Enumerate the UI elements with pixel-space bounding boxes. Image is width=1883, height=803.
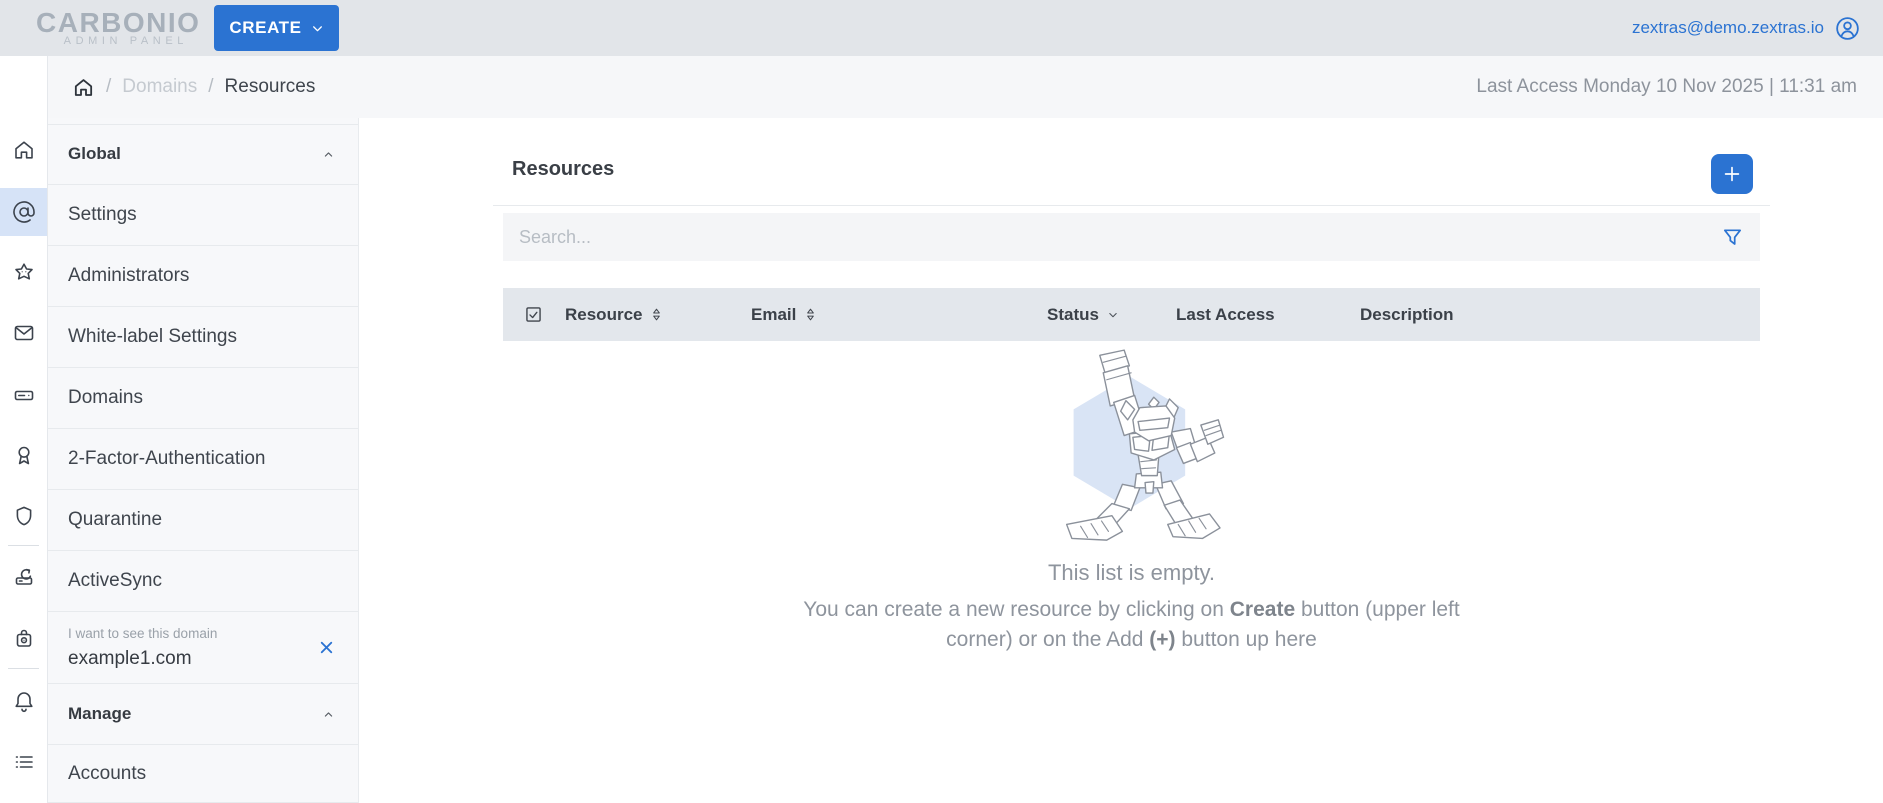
rail-home-icon[interactable] bbox=[0, 126, 47, 174]
breadcrumb-item-resources: Resources bbox=[225, 76, 316, 98]
rail-divider bbox=[8, 668, 39, 669]
sidebar-item-activesync[interactable]: ActiveSync bbox=[48, 551, 358, 612]
table-header: Resource Email Status bbox=[503, 288, 1760, 341]
sidebar-section-global[interactable]: Global bbox=[48, 124, 358, 185]
plus-icon bbox=[1721, 163, 1743, 185]
empty-state-robot-illustration bbox=[1037, 344, 1227, 553]
sidebar: Global Settings Administrators White-lab… bbox=[48, 118, 359, 803]
account-area: zextras@demo.zextras.io bbox=[1632, 15, 1861, 42]
empty-state-message: You can create a new resource by clickin… bbox=[776, 595, 1488, 656]
chevron-up-icon bbox=[321, 707, 336, 722]
divider bbox=[493, 205, 1770, 206]
carbonio-admin-panel: CARBONIO ADMIN PANEL CREATE zextras@demo… bbox=[0, 0, 1883, 803]
domain-filter-texts: I want to see this domain example1.com bbox=[68, 626, 217, 670]
sidebar-item-administrators[interactable]: Administrators bbox=[48, 246, 358, 307]
sidebar-item-quarantine[interactable]: Quarantine bbox=[48, 490, 358, 551]
rail-award-icon[interactable] bbox=[0, 431, 47, 479]
sort-double-arrow-icon bbox=[649, 306, 664, 323]
rail-divider bbox=[8, 545, 39, 546]
sidebar-item-domains[interactable]: Domains bbox=[48, 368, 358, 429]
main-content: Resources Resource bbox=[359, 118, 1883, 803]
rail-restore-drive-icon[interactable] bbox=[0, 553, 47, 601]
chevron-down-icon bbox=[1106, 308, 1120, 322]
section-label: Manage bbox=[68, 704, 131, 724]
domain-filter: I want to see this domain example1.com bbox=[48, 612, 358, 684]
breadcrumb-item-domains[interactable]: Domains bbox=[122, 76, 197, 98]
icon-rail bbox=[0, 56, 48, 803]
create-button-label: CREATE bbox=[229, 18, 301, 38]
breadcrumb-bar: / Domains / Resources Last Access Monday… bbox=[48, 56, 1883, 118]
close-icon[interactable] bbox=[317, 638, 336, 657]
rail-lock-icon[interactable] bbox=[0, 614, 47, 662]
chevron-up-icon bbox=[321, 147, 336, 162]
chevron-down-icon bbox=[311, 22, 324, 35]
sidebar-item-accounts[interactable]: Accounts bbox=[48, 745, 358, 803]
sort-double-arrow-icon bbox=[803, 306, 818, 323]
section-label: Global bbox=[68, 144, 121, 164]
carbonio-logo: CARBONIO ADMIN PANEL bbox=[36, 10, 188, 47]
sidebar-item-white-label-settings[interactable]: White-label Settings bbox=[48, 307, 358, 368]
empty-state-title: This list is empty. bbox=[493, 560, 1770, 586]
sidebar-item-2-factor-authentication[interactable]: 2-Factor-Authentication bbox=[48, 429, 358, 490]
column-header-email[interactable]: Email bbox=[751, 288, 818, 341]
rail-shield-icon[interactable] bbox=[0, 492, 47, 540]
account-email[interactable]: zextras@demo.zextras.io bbox=[1632, 18, 1824, 38]
filter-funnel-icon[interactable] bbox=[1721, 226, 1744, 249]
search-bar bbox=[503, 213, 1760, 261]
domain-filter-label: I want to see this domain bbox=[68, 626, 217, 641]
search-input[interactable] bbox=[503, 213, 1721, 261]
breadcrumb-home-icon[interactable] bbox=[72, 76, 95, 99]
account-avatar-icon[interactable] bbox=[1834, 15, 1861, 42]
column-header-status[interactable]: Status bbox=[1047, 288, 1120, 341]
add-resource-button[interactable] bbox=[1711, 154, 1753, 194]
domain-filter-value: example1.com bbox=[68, 648, 217, 670]
column-header-resource[interactable]: Resource bbox=[565, 288, 664, 341]
last-access-text: Last Access Monday 10 Nov 2025 | 11:31 a… bbox=[1476, 76, 1857, 98]
rail-bell-icon[interactable] bbox=[0, 677, 47, 725]
page-title: Resources bbox=[512, 158, 614, 181]
rail-list-icon[interactable] bbox=[0, 738, 47, 786]
create-button[interactable]: CREATE bbox=[214, 5, 339, 51]
column-header-description: Description bbox=[1360, 288, 1454, 341]
sidebar-section-manage[interactable]: Manage bbox=[48, 684, 358, 745]
rail-star-badge-icon[interactable] bbox=[0, 249, 47, 297]
rail-at-sign-icon[interactable] bbox=[0, 188, 47, 236]
logo-title: CARBONIO bbox=[36, 10, 188, 36]
breadcrumb-separator: / bbox=[106, 76, 111, 98]
column-header-last-access: Last Access bbox=[1176, 288, 1275, 341]
rail-envelope-icon[interactable] bbox=[0, 309, 47, 357]
select-all-checkbox[interactable] bbox=[523, 288, 544, 341]
breadcrumb-separator: / bbox=[208, 76, 213, 98]
rail-hard-drive-icon[interactable] bbox=[0, 371, 47, 419]
top-header: CARBONIO ADMIN PANEL CREATE zextras@demo… bbox=[0, 0, 1883, 56]
sidebar-item-settings[interactable]: Settings bbox=[48, 185, 358, 246]
